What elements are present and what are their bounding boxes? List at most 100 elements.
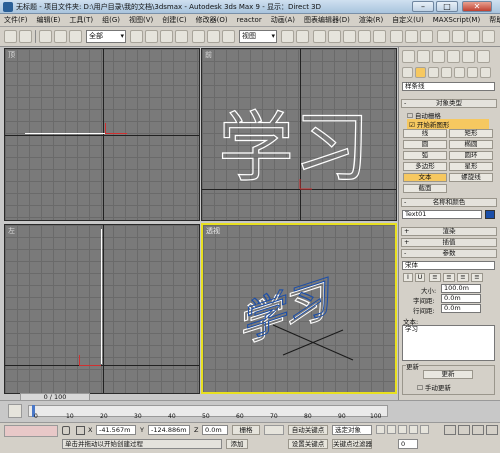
- curve-editor-icon[interactable]: [390, 30, 403, 43]
- set-key-big-icon[interactable]: [264, 425, 284, 435]
- display-tab-icon[interactable]: [462, 50, 475, 63]
- rectangle-button[interactable]: 矩形: [449, 129, 493, 138]
- snaps-toggle-icon[interactable]: [313, 30, 326, 43]
- redo-icon[interactable]: [19, 30, 32, 43]
- star-button[interactable]: 星形: [449, 162, 493, 171]
- object-name-field[interactable]: Text01: [402, 210, 482, 219]
- link-icon[interactable]: [39, 30, 52, 43]
- line-button[interactable]: 线: [403, 129, 447, 138]
- align-left-icon[interactable]: ≡: [429, 273, 441, 282]
- donut-button[interactable]: 圆环: [449, 151, 493, 160]
- auto-key-button[interactable]: 自动关键点: [288, 425, 328, 435]
- text-button[interactable]: 文本: [403, 173, 447, 182]
- font-dropdown[interactable]: 宋体: [402, 261, 495, 270]
- select-manipulate-icon[interactable]: [296, 30, 309, 43]
- utilities-tab-icon[interactable]: [477, 50, 490, 63]
- z-coordinate-field[interactable]: 0.0m: [202, 425, 228, 435]
- pan-icon[interactable]: [444, 425, 456, 435]
- justify-icon[interactable]: ≡: [471, 273, 483, 282]
- menu-file[interactable]: 文件(F): [4, 15, 28, 25]
- top-viewport[interactable]: 顶: [4, 48, 200, 221]
- play-icon[interactable]: [398, 425, 407, 434]
- circle-button[interactable]: 圆: [403, 140, 447, 149]
- lights-icon[interactable]: [428, 67, 439, 78]
- menu-views[interactable]: 视图(V): [129, 15, 153, 25]
- menu-graph-editors[interactable]: 图表编辑器(D): [304, 15, 350, 25]
- select-rotate-icon[interactable]: [207, 30, 220, 43]
- menu-group[interactable]: 组(G): [102, 15, 120, 25]
- select-move-icon[interactable]: [192, 30, 205, 43]
- space-warps-icon[interactable]: [467, 67, 478, 78]
- shapes-icon[interactable]: [415, 67, 426, 78]
- zoom-all-icon[interactable]: [472, 425, 484, 435]
- hierarchy-tab-icon[interactable]: [432, 50, 445, 63]
- render-setup-icon[interactable]: [437, 30, 450, 43]
- section-button[interactable]: 截面: [403, 184, 447, 193]
- grid-button[interactable]: 栅格: [232, 425, 260, 435]
- perspective-viewport[interactable]: 透视 学习 学习: [201, 223, 397, 394]
- create-tab-icon[interactable]: [402, 50, 415, 63]
- align-icon[interactable]: [373, 30, 386, 43]
- set-key-button[interactable]: 设置关键点: [288, 439, 328, 449]
- selection-filter-dropdown[interactable]: 全部: [86, 30, 126, 43]
- systems-icon[interactable]: [480, 67, 491, 78]
- reference-coordinate-dropdown[interactable]: 视图: [239, 30, 277, 43]
- menu-maxscript[interactable]: MAXScript(M): [433, 16, 480, 24]
- cameras-icon[interactable]: [441, 67, 452, 78]
- angle-snap-icon[interactable]: [328, 30, 341, 43]
- select-scale-icon[interactable]: [222, 30, 235, 43]
- menu-tools[interactable]: 工具(T): [69, 15, 93, 25]
- quick-render-icon[interactable]: [467, 30, 480, 43]
- parameters-rollout[interactable]: - 参数: [401, 249, 497, 258]
- select-by-name-icon[interactable]: [145, 30, 158, 43]
- helpers-icon[interactable]: [454, 67, 465, 78]
- manual-update-checkbox[interactable]: ☐ 手动更新: [417, 382, 451, 392]
- size-spinner[interactable]: 100.0m: [441, 284, 481, 293]
- bind-space-warp-icon[interactable]: [69, 30, 82, 43]
- menu-create[interactable]: 创建(C): [162, 15, 186, 25]
- menu-customize[interactable]: 自定义(U): [392, 15, 424, 25]
- menu-rendering[interactable]: 渲染(R): [359, 15, 383, 25]
- undo-icon[interactable]: [4, 30, 17, 43]
- x-coordinate-field[interactable]: -41.567m: [96, 425, 136, 435]
- minimize-button[interactable]: –: [412, 1, 434, 12]
- rendering-rollout[interactable]: + 渲染: [401, 227, 497, 236]
- render-type-icon[interactable]: [482, 30, 495, 43]
- arc-button[interactable]: 弧: [403, 151, 447, 160]
- selected-object-dropdown[interactable]: 选定对象: [332, 425, 372, 435]
- go-end-icon[interactable]: [420, 425, 429, 434]
- key-filters-button[interactable]: 关键点过滤器: [332, 439, 372, 449]
- zoom-extents-icon[interactable]: [486, 425, 498, 435]
- maxscript-listener[interactable]: [4, 425, 58, 437]
- align-center-icon[interactable]: ≡: [443, 273, 455, 282]
- object-color-swatch[interactable]: [485, 210, 495, 219]
- zoom-icon[interactable]: [458, 425, 470, 435]
- menu-reactor[interactable]: reactor: [237, 16, 262, 24]
- name-color-rollout[interactable]: - 名称和颜色: [401, 198, 497, 207]
- motion-tab-icon[interactable]: [447, 50, 460, 63]
- menu-modifiers[interactable]: 修改器(O): [196, 15, 228, 25]
- next-frame-icon[interactable]: [409, 425, 418, 434]
- go-start-icon[interactable]: [376, 425, 385, 434]
- material-editor-icon[interactable]: [420, 30, 433, 43]
- absolute-mode-icon[interactable]: [76, 426, 85, 435]
- add-time-tag-button[interactable]: 添加: [226, 439, 248, 449]
- front-viewport[interactable]: 前 学习: [201, 48, 397, 221]
- leading-spinner[interactable]: 0.0m: [441, 304, 481, 313]
- menu-animation[interactable]: 动画(A): [271, 15, 295, 25]
- ellipse-button[interactable]: 椭圆: [449, 140, 493, 149]
- kerning-spinner[interactable]: 0.0m: [441, 294, 481, 303]
- lock-icon[interactable]: [62, 426, 70, 435]
- text-input-area[interactable]: 学习: [402, 325, 495, 361]
- select-object-icon[interactable]: [130, 30, 143, 43]
- start-new-shape-checkbox[interactable]: ☑ 开始新图形: [407, 119, 489, 129]
- modify-tab-icon[interactable]: [417, 50, 430, 63]
- geometry-icon[interactable]: [402, 67, 413, 78]
- current-frame-field[interactable]: 0: [398, 439, 418, 449]
- maximize-button[interactable]: □: [436, 1, 458, 12]
- interpolation-rollout[interactable]: + 插值: [401, 238, 497, 247]
- underline-button[interactable]: U: [415, 273, 425, 282]
- track-bar-toggle-icon[interactable]: [8, 404, 22, 418]
- y-coordinate-field[interactable]: -124.886m: [148, 425, 190, 435]
- left-viewport[interactable]: 左: [4, 224, 200, 394]
